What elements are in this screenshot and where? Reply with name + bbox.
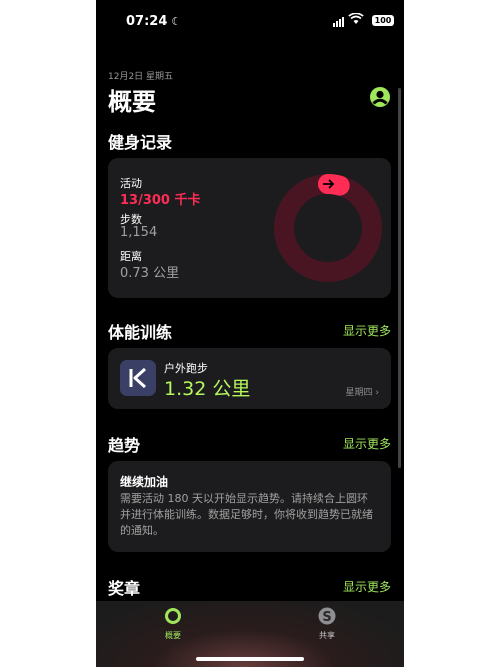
workouts-section-title: 体能训练 — [108, 323, 173, 342]
moon-icon: ☾ — [171, 15, 182, 28]
svg-text:S: S — [322, 610, 331, 625]
fitness-card[interactable]: 活动 13/300 千卡 步数 1,154 距离 0.73 公里 — [108, 158, 391, 298]
trends-section-title: 趋势 — [108, 436, 141, 455]
wifi-icon — [348, 13, 364, 24]
tab-sharing-label: 共享 — [319, 631, 335, 640]
date-label: 12月2日 星期五 — [108, 72, 174, 82]
clock: 07:24 ☾ — [126, 14, 182, 29]
workout-card[interactable]: 户外跑步 1.32 公里 星期四 › — [108, 348, 391, 409]
trends-card-title: 继续加油 — [120, 475, 169, 489]
workout-day: 星期四 › — [345, 388, 380, 398]
trends-card[interactable]: 继续加油 需要活动 180 天以开始显示趋势。请持续合上圆环并进行体能训练。数据… — [108, 461, 391, 552]
workout-app-icon — [120, 360, 156, 396]
trends-show-more[interactable]: 显示更多 — [343, 435, 391, 452]
trends-card-body: 需要活动 180 天以开始显示趋势。请持续合上圆环并进行体能训练。数据足够时，你… — [120, 492, 373, 537]
awards-section-title: 奖章 — [108, 579, 141, 598]
tab-bar: 概要 S 共享 — [96, 601, 404, 667]
profile-icon[interactable] — [369, 86, 391, 108]
arrow-right-icon — [318, 174, 338, 194]
status-bar: 07:24 ☾ 100 — [96, 0, 404, 44]
chevron-right-icon: › — [375, 388, 379, 398]
home-indicator[interactable] — [196, 657, 304, 661]
phone-screen: 07:24 ☾ 100 12月2日 星期五 概要 健身记录 活动 13/300 千… — [96, 0, 404, 667]
scroll-indicator[interactable] — [398, 88, 401, 468]
sharing-icon: S — [318, 607, 336, 625]
page-title: 概要 — [108, 88, 156, 116]
tab-sharing[interactable]: S 共享 — [297, 607, 357, 641]
tab-summary-label: 概要 — [165, 631, 181, 640]
activity-rings-icon — [165, 608, 181, 624]
activity-ring — [274, 174, 382, 282]
awards-show-more[interactable]: 显示更多 — [343, 578, 391, 595]
cellular-signal-icon — [333, 17, 344, 27]
steps-value: 1,154 — [120, 225, 158, 240]
tab-summary[interactable]: 概要 — [143, 607, 203, 641]
distance-value: 0.73 公里 — [120, 266, 180, 281]
workouts-show-more[interactable]: 显示更多 — [343, 322, 391, 339]
fitness-section-title: 健身记录 — [108, 133, 173, 152]
battery-icon: 100 — [372, 15, 394, 26]
workout-distance: 1.32 公里 — [164, 378, 251, 400]
activity-value: 13/300 千卡 — [120, 193, 201, 208]
